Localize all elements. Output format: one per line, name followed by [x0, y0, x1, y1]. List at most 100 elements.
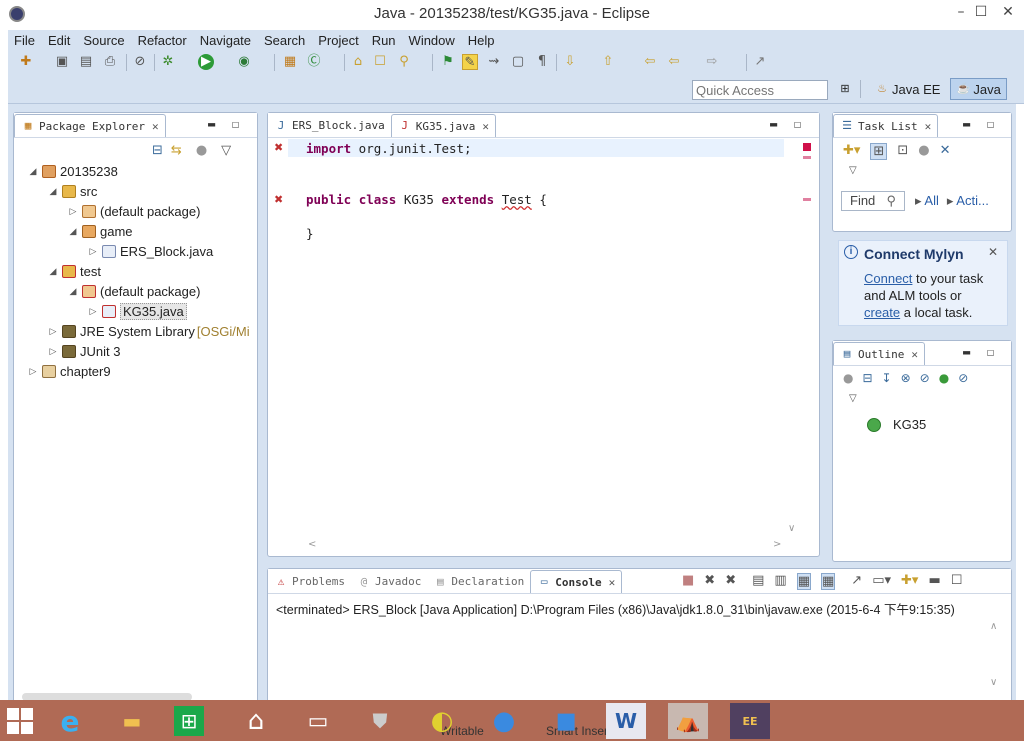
outline-item[interactable]: KG35	[867, 417, 926, 432]
list-item[interactable]: ◢ game	[68, 221, 133, 241]
link-editor-icon[interactable]: ⇆	[171, 143, 182, 161]
next-annotation-icon[interactable]: ⚑	[440, 54, 456, 70]
remove-launch-icon[interactable]: ✖	[704, 573, 715, 590]
menu-file[interactable]: File	[8, 33, 42, 48]
overview-marker[interactable]	[803, 156, 811, 159]
maximize-view-icon[interactable]: ☐	[987, 117, 994, 131]
tab-outline[interactable]: ▤ Outline ✕	[833, 342, 925, 365]
collapse-all-icon[interactable]: ⊟	[862, 371, 872, 385]
maximize-view-icon[interactable]: ☐	[794, 117, 801, 131]
internet-explorer-icon[interactable]: e	[50, 703, 90, 739]
maximize-view-icon[interactable]: ☐	[987, 345, 994, 359]
remove-all-icon[interactable]: ✖	[725, 573, 736, 590]
tab-declaration[interactable]: ▤ Declaration	[427, 570, 530, 593]
error-marker-icon[interactable]: ✖	[274, 193, 283, 206]
clear-console-icon[interactable]: ▤	[752, 573, 764, 590]
list-item[interactable]: ▷ JUnit 3	[48, 341, 121, 361]
expanded-icon[interactable]: ◢	[28, 166, 38, 177]
minimize-view-icon[interactable]: ▬	[208, 117, 215, 131]
back-history-icon[interactable]: ⇦	[666, 54, 682, 70]
edit-app-icon[interactable]: ●	[484, 703, 524, 739]
pilcrow-icon[interactable]: ¶	[534, 54, 550, 70]
hide-nonpublic-icon[interactable]: ●	[939, 371, 949, 385]
security-shield-icon[interactable]: ⛊	[360, 703, 400, 739]
sort-icon[interactable]: ↧	[882, 371, 892, 385]
hide-fields-icon[interactable]: ⊗	[901, 371, 911, 385]
coverage-icon[interactable]: ◉	[236, 54, 252, 70]
back-icon[interactable]: ⇦	[642, 54, 658, 70]
new-java-package-icon[interactable]: ▦	[282, 54, 298, 70]
close-icon[interactable]: ✕	[925, 120, 932, 133]
open-perspective-icon[interactable]: ⊞	[838, 82, 852, 96]
show-stderr-icon[interactable]: ▦	[821, 573, 836, 590]
hide-local-types-icon[interactable]: ⊘	[958, 371, 968, 385]
view-menu-icon[interactable]: ▽	[221, 143, 231, 161]
activate-link[interactable]: Acti...	[956, 193, 989, 208]
list-item[interactable]: ▷ chapter9	[28, 361, 111, 381]
close-icon[interactable]: ✕	[988, 245, 998, 259]
collapsed-icon[interactable]: ▷	[48, 326, 58, 337]
list-item[interactable]: ▷ ERS_Block.java	[88, 241, 214, 261]
collapsed-icon[interactable]: ▷	[28, 366, 38, 377]
minimize-view-icon[interactable]: ▬	[770, 117, 777, 131]
overview-error-marker[interactable]	[803, 143, 811, 151]
minimize-view-icon[interactable]: ▬	[963, 117, 970, 131]
store-icon[interactable]: ⊞	[174, 706, 204, 736]
minimize-view-icon[interactable]: ▬	[963, 345, 970, 359]
expanded-icon[interactable]: ◢	[48, 266, 58, 277]
hide-completed-icon[interactable]: ✕	[940, 143, 951, 160]
overview-marker[interactable]	[803, 198, 811, 201]
tab-console[interactable]: ▭ Console ✕	[530, 570, 623, 593]
perspective-java[interactable]: ☕ Java	[950, 78, 1007, 100]
save-icon[interactable]: ▣	[54, 54, 70, 70]
focus-task-icon[interactable]: ●	[196, 143, 207, 161]
view-menu-icon[interactable]: ▽	[849, 165, 857, 176]
close-icon[interactable]: ✕	[152, 120, 159, 133]
collapsed-icon[interactable]: ▷	[68, 206, 78, 217]
forward-icon[interactable]: ⇨	[704, 54, 720, 70]
expanded-icon[interactable]: ◢	[48, 186, 58, 197]
menu-navigate[interactable]: Navigate	[194, 33, 258, 48]
scroll-up-icon[interactable]: ∧	[990, 621, 997, 632]
list-item[interactable]: ▷ (default package)	[68, 201, 201, 221]
menu-source[interactable]: Source	[77, 33, 131, 48]
expanded-icon[interactable]: ◢	[68, 226, 78, 237]
list-item[interactable]: ▷ JRE System Library [OSGi/Mi	[48, 321, 250, 341]
open-console-icon[interactable]: ✚▾	[901, 573, 918, 590]
eclipse-java-ee-icon[interactable]: EE	[730, 703, 770, 739]
connect-link[interactable]: Connect	[864, 271, 912, 286]
display-console-icon[interactable]: ▭▾	[872, 573, 891, 590]
open-type-icon[interactable]: ⌂	[350, 54, 366, 70]
menu-project[interactable]: Project	[312, 33, 365, 48]
pin-console-icon[interactable]: ↗	[851, 573, 862, 590]
close-button[interactable]: ✕	[993, 3, 1023, 23]
show-stdout-icon[interactable]: ▦	[796, 573, 811, 590]
scheduled-icon[interactable]: ⊡	[897, 143, 908, 160]
all-link[interactable]: All	[924, 193, 938, 208]
new-java-class-icon[interactable]: Ⓒ	[306, 54, 322, 70]
maximize-view-icon[interactable]: ☐	[951, 573, 963, 590]
create-link[interactable]: create	[864, 305, 900, 320]
view-menu-icon[interactable]: ▽	[849, 393, 857, 404]
start-windows-icon[interactable]	[0, 703, 40, 739]
tab-javadoc[interactable]: @ Javadoc	[351, 570, 427, 593]
close-icon[interactable]: ✕	[911, 348, 918, 361]
pin-editor-icon[interactable]: ↗	[752, 54, 768, 70]
minimize-view-icon[interactable]: ▬	[928, 573, 940, 590]
tab-problems[interactable]: ⚠ Problems	[268, 570, 351, 593]
menu-run[interactable]: Run	[366, 33, 403, 48]
collapsed-icon[interactable]: ▷	[88, 246, 98, 257]
mark-occurrences-icon[interactable]: ✎	[462, 54, 478, 70]
search-icon[interactable]: ⚲	[396, 54, 412, 70]
collapsed-icon[interactable]: ▷	[48, 346, 58, 357]
scroll-right-icon[interactable]: >	[773, 539, 781, 550]
maximize-button[interactable]: ☐	[966, 3, 996, 23]
show-whitespace-icon[interactable]: ▢	[510, 54, 526, 70]
game-app-icon[interactable]: ⛺	[668, 703, 708, 739]
close-icon[interactable]: ✕	[609, 576, 616, 589]
maximize-view-icon[interactable]: ☐	[232, 117, 239, 131]
code-area[interactable]: import org.junit.Test; public class KG35…	[288, 139, 784, 539]
save-all-icon[interactable]: ▤	[78, 54, 94, 70]
lenovo-icon[interactable]: ▭	[298, 703, 338, 739]
menu-window[interactable]: Window	[403, 33, 462, 48]
